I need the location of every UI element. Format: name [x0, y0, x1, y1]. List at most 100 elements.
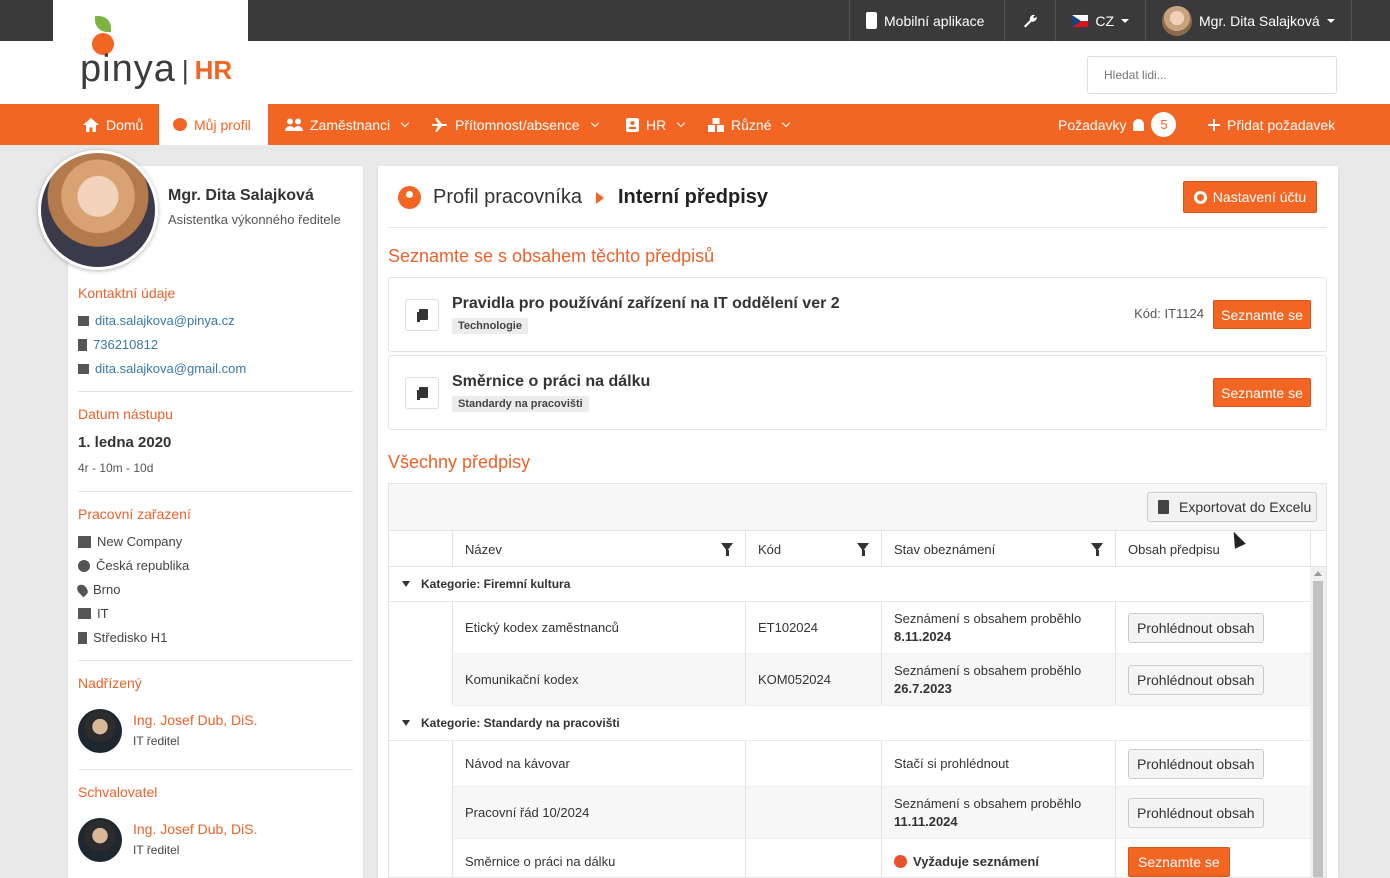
nav-item-attendance[interactable]: Přítomnost/absence	[432, 104, 599, 145]
table-header: Název Kód Stav obeznámení Obsah předpisu	[389, 531, 1326, 567]
nav-item-label: Domů	[106, 116, 144, 133]
users-icon	[285, 118, 303, 131]
table-toolbar: Exportovat do Excelu	[389, 484, 1326, 531]
divider	[78, 660, 353, 661]
envelope-icon	[78, 363, 89, 374]
search-input[interactable]	[1087, 56, 1337, 94]
logo[interactable]: pinya | HR	[80, 48, 232, 91]
cell-status: Seznámení s obsahem proběhlo 8.11.2024	[881, 602, 1115, 653]
table-row: Návod na kávovar Stačí si prohlédnout Pr…	[452, 741, 1310, 787]
envelope-icon	[78, 315, 89, 326]
category-group-header[interactable]: Kategorie: Standardy na pracovišti	[389, 706, 1310, 741]
view-content-button[interactable]: Prohlédnout obsah	[1128, 797, 1264, 828]
column-header-name[interactable]: Název	[452, 531, 745, 567]
mobile-phone-icon	[866, 12, 877, 29]
cell-code	[745, 741, 881, 786]
category-label: Kategorie: Standardy na pracovišti	[421, 716, 620, 730]
work-email-link[interactable]: dita.salajkova@pinya.cz	[95, 313, 235, 328]
phone-link[interactable]: 736210812	[93, 337, 158, 352]
nav-item-hr[interactable]: HR	[626, 104, 686, 145]
approver-name[interactable]: Ing. Josef Dub, DiS.	[133, 821, 258, 837]
nav-item-home[interactable]: Domů	[83, 104, 143, 145]
user-circle-icon	[398, 186, 421, 209]
acknowledge-button[interactable]: Seznamte se	[1128, 846, 1230, 877]
approver-card: Ing. Josef Dub, DiS. IT ředitel	[78, 818, 338, 864]
logo-separator: |	[181, 55, 189, 85]
cell-name: Směrnice o práci na dálku	[452, 839, 745, 877]
cell-code: ET102024	[745, 602, 881, 653]
breadcrumb-profile[interactable]: Profil pracovníka	[433, 186, 582, 209]
czech-flag-icon	[1072, 14, 1089, 27]
filter-icon[interactable]	[721, 543, 733, 556]
manager-avatar	[78, 709, 122, 753]
cell-content: Prohlédnout obsah	[1115, 741, 1310, 786]
excel-file-icon	[1158, 500, 1169, 514]
cell-name: Návod na kávovar	[452, 741, 745, 786]
page-title: Interní předpisy	[617, 186, 768, 208]
category-group-header[interactable]: Kategorie: Firemní kultura	[389, 567, 1310, 602]
bell-icon	[1133, 118, 1145, 131]
view-content-button[interactable]: Prohlédnout obsah	[1128, 612, 1264, 643]
requests-link[interactable]: Požadavky 5	[1058, 104, 1177, 145]
view-content-button[interactable]: Prohlédnout obsah	[1128, 664, 1264, 695]
view-content-button[interactable]: Prohlédnout obsah	[1128, 748, 1264, 779]
building-icon	[78, 338, 87, 351]
nav-item-label: HR	[646, 116, 667, 133]
mobile-app-link[interactable]: Mobilní aplikace	[849, 0, 1004, 41]
nav-item-employees[interactable]: Zaměstnanci	[285, 104, 410, 145]
chevron-down-icon	[400, 118, 410, 128]
divider	[388, 227, 1327, 228]
caret-down-icon	[402, 581, 410, 587]
column-header-status[interactable]: Stav obeznámení	[881, 531, 1115, 567]
table-row: Etický kodex zaměstnanců ET102024 Seznám…	[452, 602, 1310, 654]
home-icon	[83, 117, 99, 132]
company-row: New Company	[78, 534, 182, 549]
nav-item-label: Různé	[731, 116, 772, 133]
scrollbar-thumb[interactable]	[1313, 581, 1323, 877]
plane-icon	[432, 117, 447, 132]
map-marker-icon	[75, 582, 90, 597]
tools-button[interactable]	[1004, 0, 1055, 41]
column-header-code[interactable]: Kód	[745, 531, 881, 567]
export-excel-label: Exportovat do Excelu	[1179, 499, 1312, 515]
profile-photo	[38, 150, 158, 270]
manager-name[interactable]: Ing. Josef Dub, DiS.	[133, 712, 258, 728]
cell-status: Seznámení s obsahem proběhlo 26.7.2023	[881, 654, 1115, 705]
divider	[78, 491, 353, 492]
nav-item-my-profile[interactable]: Můj profil	[159, 104, 268, 145]
filter-icon[interactable]	[1091, 543, 1103, 556]
breadcrumb: Profil pracovníka Interní předpisy	[398, 186, 768, 209]
nav-item-label: Přítomnost/absence	[455, 116, 580, 133]
private-email-link[interactable]: dita.salajkova@gmail.com	[95, 361, 246, 376]
add-request-button[interactable]: Přidat požadavek	[1208, 104, 1335, 145]
cell-content: Prohlédnout obsah	[1115, 787, 1310, 838]
cubes-icon	[708, 117, 724, 132]
profile-title: Asistentka výkonného ředitele	[168, 212, 341, 227]
regulations-table: Exportovat do Excelu Název Kód Stav obez…	[388, 483, 1327, 878]
add-request-label: Přidat požadavek	[1227, 116, 1336, 133]
export-excel-button[interactable]: Exportovat do Excelu	[1147, 492, 1317, 522]
table-scrollbar[interactable]	[1310, 567, 1326, 877]
bank-icon	[78, 535, 91, 548]
department: IT	[97, 606, 109, 621]
plus-icon	[1208, 118, 1220, 131]
acknowledge-button[interactable]: Seznamte se	[1213, 378, 1311, 407]
language-selector[interactable]: CZ	[1055, 0, 1145, 41]
cell-status: Stačí si prohlédnout	[881, 741, 1115, 786]
table-row: Směrnice o práci na dálku Vyžaduje sezná…	[452, 839, 1310, 877]
logo-text: pinya	[80, 48, 176, 90]
table-row: Pracovní řád 10/2024 Seznámení s obsahem…	[452, 787, 1310, 839]
column-header-label: Obsah předpisu	[1128, 541, 1220, 557]
nav-item-misc[interactable]: Různé	[708, 104, 791, 145]
nav-item-label: Můj profil	[194, 116, 251, 133]
filter-icon[interactable]	[857, 543, 869, 556]
start-date-heading: Datum nástupu	[78, 406, 173, 422]
nav-item-label: Zaměstnanci	[310, 116, 391, 133]
acknowledge-button[interactable]: Seznamte se	[1213, 300, 1311, 329]
position-heading: Pracovní zařazení	[78, 506, 191, 522]
category-label: Kategorie: Firemní kultura	[421, 577, 571, 591]
building-icon	[78, 631, 87, 644]
account-settings-button[interactable]: Nastavení účtu	[1183, 181, 1317, 213]
scroll-up-icon[interactable]	[1314, 571, 1322, 576]
user-menu[interactable]: Mgr. Dita Salajková	[1145, 0, 1352, 41]
